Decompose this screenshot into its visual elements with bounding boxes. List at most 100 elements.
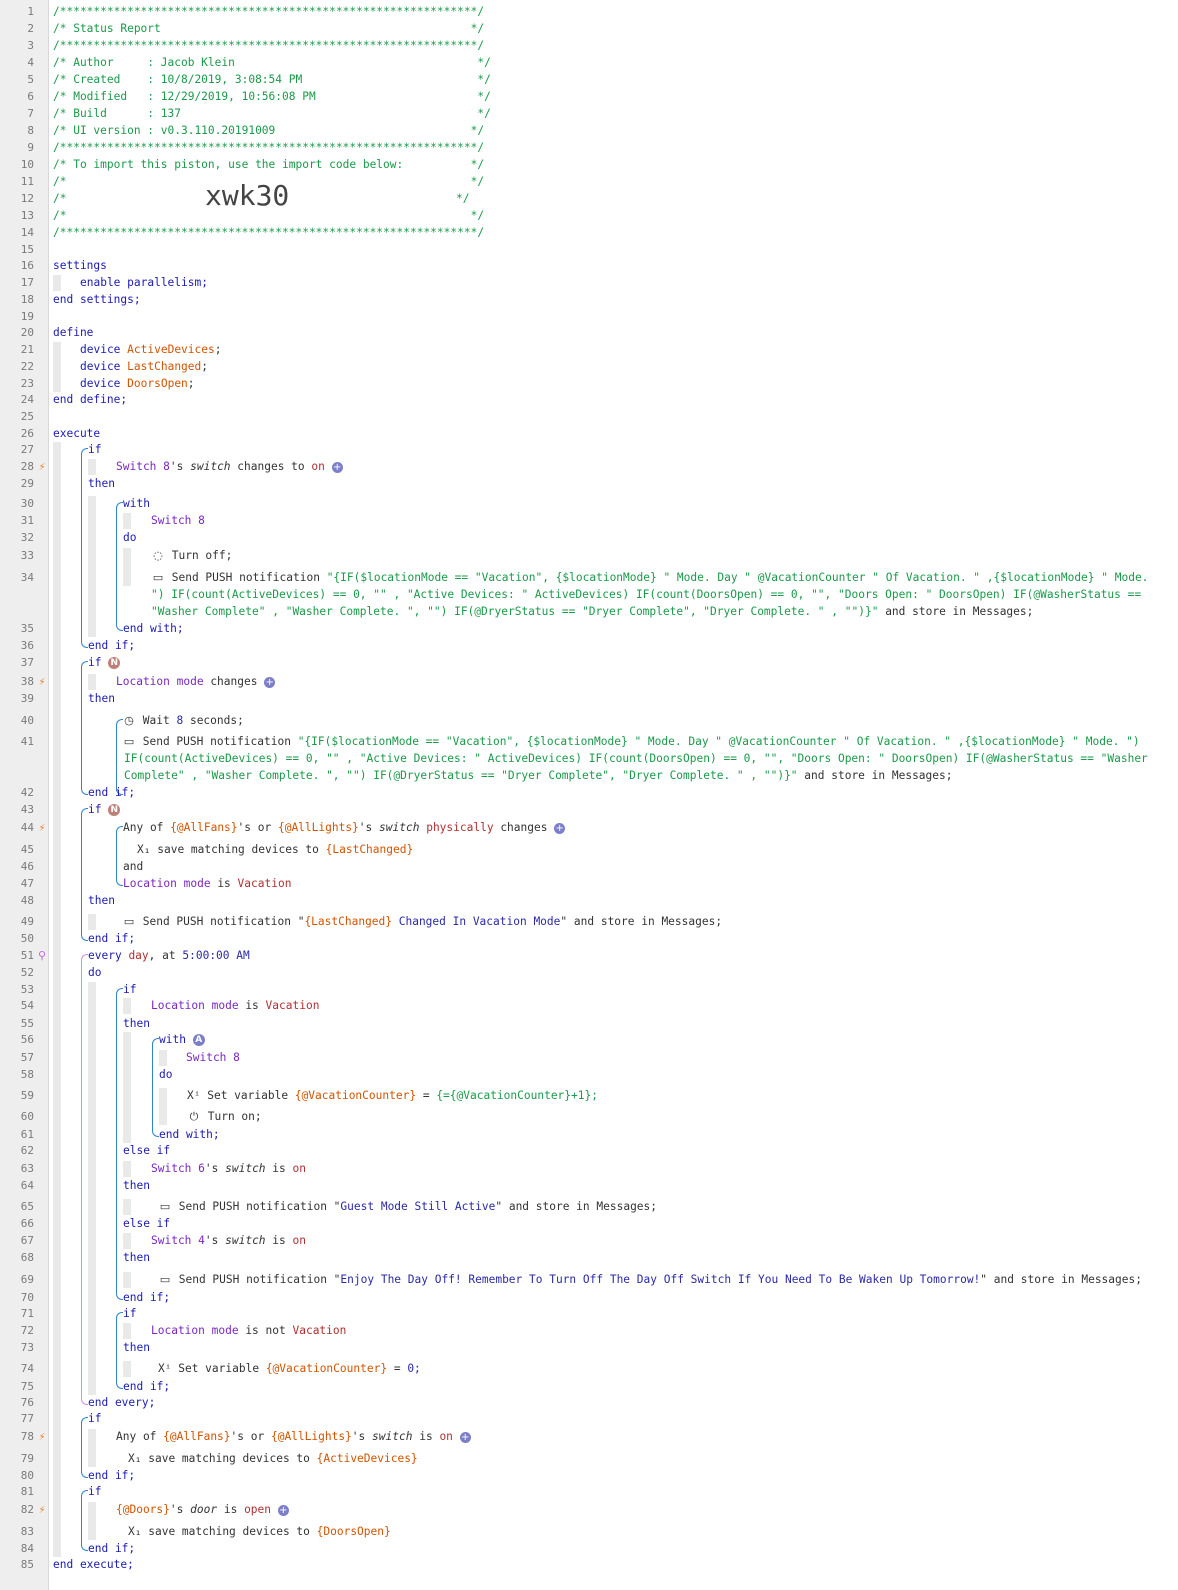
code-token: {DoorsOpen} — [316, 1525, 391, 1538]
code-token: enable parallelism; — [80, 276, 208, 289]
line-number: 59 — [20, 1089, 34, 1102]
code-token: "{IF($locationMode == "Vacation", {$loca… — [326, 571, 1149, 584]
code-token: {@VacationCounter} — [265, 1362, 388, 1375]
add-condition-icon[interactable]: + — [277, 1504, 289, 1516]
code-token: and store in Messages; — [573, 915, 723, 928]
code-token: Vacation — [265, 999, 320, 1012]
line-number: 53 — [20, 983, 34, 996]
then-keyword: then — [88, 691, 115, 707]
code-token: 0; — [407, 1362, 421, 1375]
line-number: 65 — [20, 1200, 34, 1213]
code-token: {@AllFans} — [163, 1430, 231, 1443]
line-number: 21 — [20, 343, 34, 356]
block-bracket-bottom — [116, 1293, 123, 1300]
add-condition-icon[interactable]: + — [264, 676, 276, 688]
code-token: every — [88, 949, 122, 962]
action-send-push: ▭ Send PUSH notification "{IF($locationM… — [151, 570, 1149, 586]
condition: Location mode is Vacation — [151, 998, 319, 1014]
block-bracket — [81, 1495, 82, 1545]
indent-guide — [53, 442, 61, 1557]
define-open: define — [53, 325, 93, 341]
code-token: do — [159, 1068, 173, 1081]
action-turn-on: ⏻ Turn on; — [187, 1109, 262, 1125]
block-bracket-bottom — [116, 879, 123, 886]
line-number: 16 — [20, 259, 34, 272]
block-bracket-top — [81, 1417, 88, 1424]
block-bracket-bottom — [116, 1382, 123, 1389]
code-token: end with; — [159, 1128, 220, 1141]
end-if: end if; — [88, 638, 135, 654]
trigger-bolt-icon: ⚡ — [38, 1503, 46, 1516]
never-cancel-badge: N — [108, 657, 121, 669]
code-token: on — [292, 1234, 307, 1247]
code-token: {@VacationCounter} — [294, 1089, 417, 1102]
line-number: 44 — [20, 821, 34, 834]
line-number: 68 — [20, 1251, 34, 1264]
end-if: end if; — [123, 1290, 170, 1306]
code-token: Complete" , "Washer Complete. ", "") IF(… — [124, 769, 798, 782]
block-bracket-top — [81, 808, 88, 815]
then-keyword: then — [123, 1340, 150, 1356]
line-number: 62 — [20, 1144, 34, 1157]
code-token: Wait — [142, 714, 170, 727]
line-number: 9 — [27, 141, 34, 154]
code-token: Location mode — [151, 1324, 239, 1337]
else-if-keyword: else if — [123, 1216, 170, 1232]
header-blank: /* — [53, 191, 66, 207]
piston-code-view: 1 2 3 4 5 6 7 8 9 10 11 12 13 14 15 16 17 18 19 20 21 22 23 24 2… — [0, 0, 1178, 1590]
line-number: 28 — [20, 460, 34, 473]
code-token: Set variable — [178, 1362, 260, 1375]
block-bracket-bottom — [81, 1471, 88, 1478]
line-number: 1 — [27, 5, 34, 18]
line-number: 17 — [20, 276, 34, 289]
add-condition-icon[interactable]: + — [554, 822, 566, 834]
code-token: on — [439, 1430, 453, 1443]
block-bracket — [116, 831, 117, 880]
code-token: with — [123, 497, 150, 510]
line-number: 46 — [20, 860, 34, 873]
code-token: then — [123, 1179, 150, 1192]
block-bracket-top — [116, 502, 123, 509]
code-token: if — [123, 983, 137, 996]
code-token: and — [123, 860, 144, 873]
block-bracket-top — [81, 661, 88, 668]
line-number: 26 — [20, 427, 34, 440]
then-keyword: then — [123, 1178, 150, 1194]
block-bracket — [116, 993, 117, 1294]
action-send-push: ▭ Send PUSH notification "{LastChanged} … — [122, 914, 722, 930]
block-bracket-bottom — [81, 788, 88, 795]
code-token: Switch 8 — [151, 514, 205, 527]
action-turn-off: ◌ Turn off; — [151, 548, 232, 564]
then-keyword: then — [123, 1250, 150, 1266]
line-number: 36 — [20, 639, 34, 652]
line-number: 61 — [20, 1128, 34, 1141]
line-number: 40 — [20, 714, 34, 727]
code-token: Any of — [123, 821, 164, 834]
code-token: changes — [500, 821, 548, 834]
line-number: 58 — [20, 1068, 34, 1081]
save-matching: X₁ save matching devices to {LastChanged… — [137, 842, 413, 858]
code-token: is — [245, 999, 259, 1012]
line-number: 57 — [20, 1051, 34, 1064]
indent-guide — [159, 1050, 167, 1066]
and-keyword: and — [123, 859, 143, 875]
code-token: Vacation — [292, 1324, 347, 1337]
block-bracket — [81, 666, 82, 789]
end-with: end with; — [159, 1127, 220, 1143]
define-close: end define; — [53, 392, 127, 408]
line-number: 73 — [20, 1341, 34, 1354]
add-condition-icon[interactable]: + — [459, 1431, 471, 1443]
if-keyword: if — [88, 1484, 101, 1500]
line-number: 25 — [20, 410, 34, 423]
if-keyword: if — [123, 982, 136, 998]
code-token: {ActiveDevices} — [316, 1452, 418, 1465]
if-keyword: if N — [88, 655, 121, 671]
code-token: on — [292, 1162, 307, 1175]
code-token: Any of — [116, 1430, 157, 1443]
line-number: 50 — [20, 932, 34, 945]
code-token: door — [190, 1503, 218, 1516]
add-condition-icon[interactable]: + — [331, 461, 343, 473]
line-number: 49 — [20, 915, 34, 928]
code-token: 's — [204, 1162, 219, 1175]
code-token: " — [560, 915, 568, 928]
